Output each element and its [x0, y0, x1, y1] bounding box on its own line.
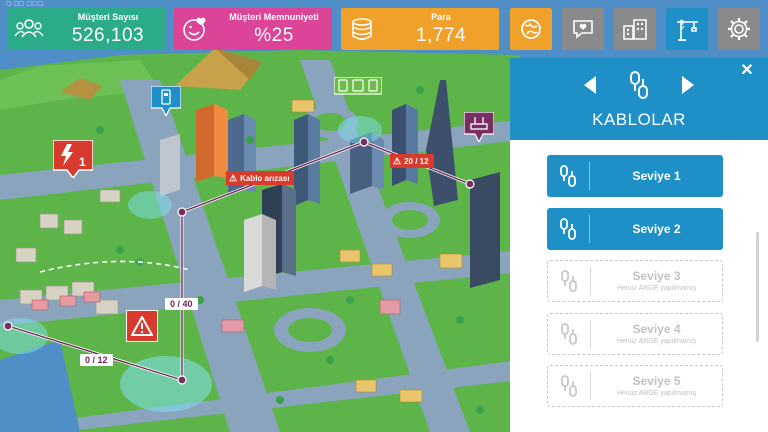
warning-icon: ⚠ [229, 172, 238, 183]
level-name: Seviye 5 [632, 374, 681, 388]
map-icon [521, 19, 541, 39]
cable-icon [548, 260, 590, 302]
money-value: 1,774 [415, 25, 467, 46]
node-count-mid: 0 / 40 [165, 298, 198, 310]
level-name: Seviye 1 [632, 169, 681, 183]
alert-marker[interactable] [126, 310, 158, 342]
tower-marker[interactable] [150, 85, 182, 118]
close-button[interactable]: ✕ [738, 62, 756, 80]
level-name: Seviye 2 [632, 221, 681, 236]
cable-fault-label: Kablo arızası [240, 173, 290, 183]
arrow-right-icon [682, 76, 694, 94]
gear-icon [728, 18, 750, 40]
level-status: Henüz ARGE yapılmamış [616, 337, 697, 345]
cable-icon [547, 155, 589, 197]
version-label: ▢ ▢▢ ▢▢▢ [6, 1, 44, 7]
devices-icon [333, 76, 383, 95]
settings-button[interactable] [718, 8, 760, 50]
scrollbar[interactable] [756, 232, 759, 342]
satisfaction-value: %25 [254, 25, 294, 46]
heart-chat-icon [573, 20, 593, 39]
previous-button[interactable] [580, 74, 600, 96]
social-button[interactable] [562, 8, 604, 50]
satisfaction-panel: Müşteri Memnuniyeti %25 [174, 8, 332, 50]
arrow-left-icon [584, 76, 596, 94]
cable-icon [547, 208, 589, 250]
customer-count-value: 526,103 [71, 25, 145, 46]
cable-icon [623, 69, 655, 101]
level-name: Seviye 3 [632, 269, 681, 283]
fault-count: 1 [79, 155, 86, 169]
panel-title: KABLOLAR [592, 110, 686, 129]
level-2-button[interactable]: Seviye 2 [547, 207, 723, 250]
map-button[interactable] [510, 8, 552, 50]
level-5-button: Seviye 5 Henüz ARGE yapılmamış [547, 365, 723, 407]
people-icon [8, 8, 50, 50]
customer-count-label: Müşteri Sayısı [77, 12, 139, 22]
money-label: Para [431, 12, 451, 22]
construction-button[interactable] [666, 8, 708, 50]
cell-tower-icon [150, 85, 182, 118]
smiley-heart-icon [174, 8, 216, 50]
cable-icon [548, 313, 590, 355]
customer-count-panel: Müşteri Sayısı 526,103 [8, 8, 166, 50]
money-panel: Para 1,774 [341, 8, 499, 50]
level-name: Seviye 4 [632, 321, 681, 336]
devices-marker[interactable] [333, 76, 383, 97]
coins-icon [341, 8, 383, 50]
router-icon [463, 111, 495, 144]
close-icon: ✕ [740, 62, 754, 79]
level-status: Henüz ARGE yapılmamış [616, 390, 697, 397]
level-1-button[interactable]: Seviye 1 [547, 155, 723, 197]
node-count-low: 0 / 12 [80, 354, 113, 366]
node-count-top: 20 / 12 [404, 156, 429, 166]
level-list[interactable]: Seviye 1 Seviye 2 Seviye 3 Henüz ARGE yapıl… [510, 140, 768, 432]
cable-fault-badge[interactable]: ⚠ Kablo arızası [226, 171, 295, 185]
node-count-badge[interactable]: ⚠ 20 / 12 [390, 154, 434, 168]
warning-triangle-icon [131, 316, 153, 336]
level-4-button: Seviye 4 Henüz ARGE yapılmamış [547, 312, 723, 355]
satisfaction-label: Müşteri Memnuniyeti [229, 12, 319, 22]
cables-panel: ✕ KABLOLAR Seviye 1 Seviye 2 Seviye 3 Henüz… [510, 58, 768, 432]
cable-icon [548, 365, 590, 407]
buildings-button[interactable] [614, 8, 656, 50]
power-fault-marker[interactable]: 1 [52, 139, 94, 180]
level-3-button: Seviye 3 Henüz ARGE yapılmamış [547, 260, 723, 302]
lightning-icon [52, 139, 94, 180]
next-button[interactable] [678, 74, 698, 96]
buildings-icon [623, 19, 647, 40]
crane-icon [677, 19, 698, 41]
level-status: Henüz ARGE yapılmamış [616, 285, 697, 292]
warning-icon: ⚠ [393, 155, 402, 166]
panel-header: ✕ KABLOLAR [510, 58, 768, 140]
router-marker[interactable] [463, 111, 495, 144]
